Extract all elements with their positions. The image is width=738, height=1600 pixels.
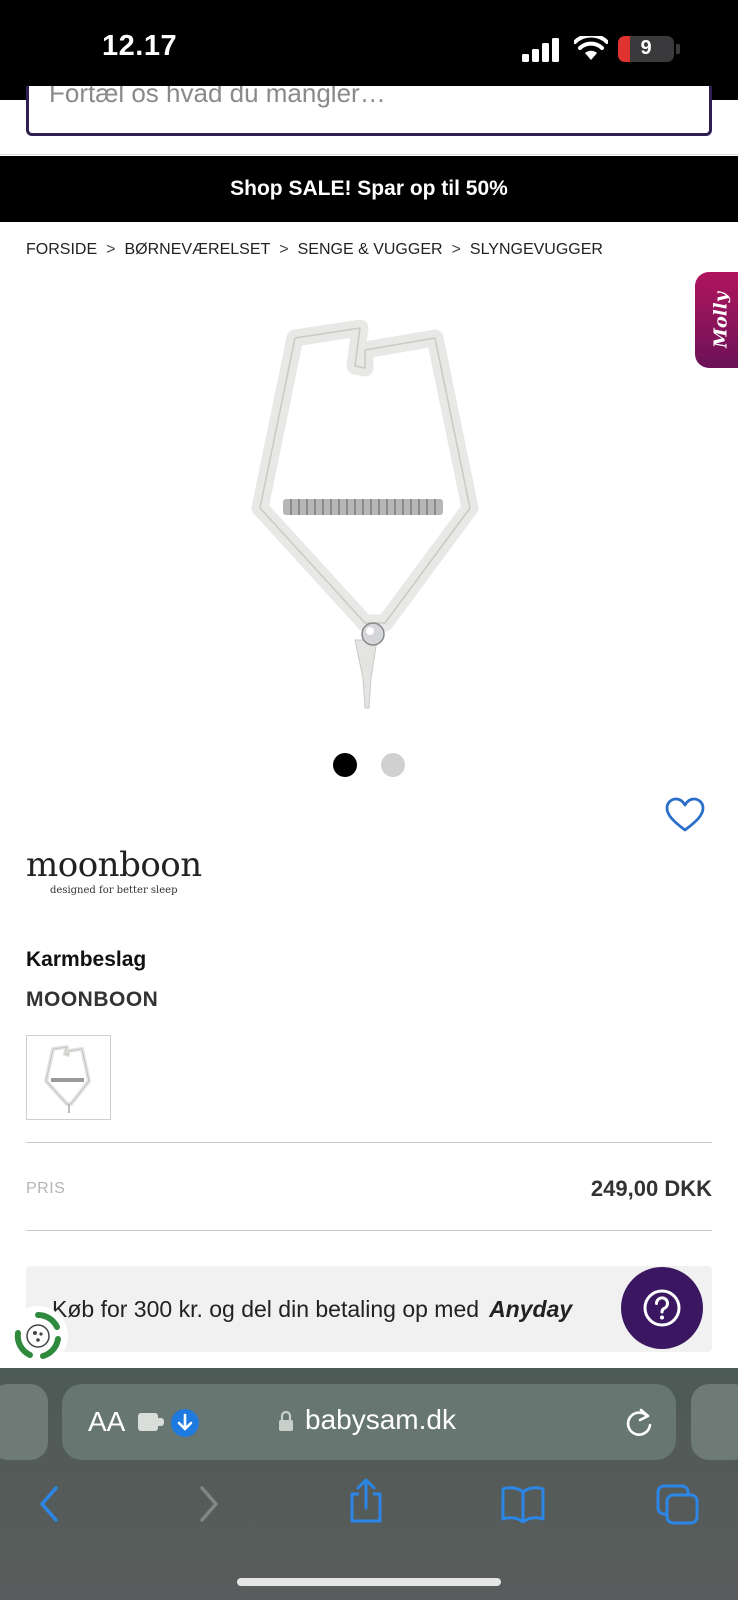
download-icon[interactable] <box>170 1408 200 1438</box>
brand-logo-tagline: designed for better sleep <box>50 885 178 896</box>
divider <box>26 1142 712 1143</box>
breadcrumb-item-forside[interactable]: FORSIDE <box>26 241 97 258</box>
signal-icon <box>522 38 559 62</box>
recycle-icon <box>14 1311 61 1359</box>
anyday-logo: Anyday <box>489 1296 573 1322</box>
product-image[interactable] <box>235 318 505 718</box>
lock-icon <box>279 1410 293 1431</box>
status-time: 12.17 <box>102 30 178 62</box>
reader-settings-button[interactable]: AA <box>88 1406 125 1438</box>
home-indicator[interactable] <box>237 1578 501 1586</box>
bookmarks-icon[interactable] <box>500 1484 546 1524</box>
search-input[interactable]: Fortæl os hvad du mangler… <box>26 86 712 136</box>
price-value: 249,00 DKK <box>590 1176 712 1201</box>
battery-icon: 9 <box>618 36 674 62</box>
wifi-icon <box>574 36 608 60</box>
product-thumbnail[interactable] <box>26 1035 111 1120</box>
promo-banner[interactable]: Shop SALE! Spar op til 50% <box>0 156 738 222</box>
breadcrumb-separator: > <box>106 241 116 258</box>
carousel-dots <box>0 753 738 779</box>
breadcrumb: FORSIDE > BØRNEVÆRELSET > SENGE & VUGGER > SLY… <box>26 241 603 259</box>
divider <box>26 1230 712 1231</box>
price-label: PRIS <box>26 1180 66 1197</box>
anyday-text: Køb for 300 kr. og del din betaling op m… <box>52 1296 572 1323</box>
back-icon[interactable] <box>34 1484 64 1524</box>
status-bar: 12.17 9 <box>0 0 738 100</box>
help-button[interactable] <box>621 1267 703 1349</box>
address-bar[interactable]: AA babysam.dk <box>62 1384 676 1460</box>
aa-label: AA <box>88 1406 126 1437</box>
carousel-dot-2[interactable] <box>381 753 405 777</box>
brand-logo[interactable]: moonboon designed for better sleep <box>26 845 206 905</box>
header-divider <box>0 154 738 155</box>
battery-nub <box>676 44 680 54</box>
url-text[interactable]: babysam.dk <box>305 1404 456 1436</box>
heart-icon[interactable] <box>665 797 705 833</box>
breadcrumb-item-boernevaerelset[interactable]: BØRNEVÆRELSET <box>124 241 270 258</box>
product-title: Karmbeslag <box>26 948 147 971</box>
reload-icon[interactable] <box>624 1406 654 1438</box>
breadcrumb-separator: > <box>451 241 461 258</box>
product-brand[interactable]: MOONBOON <box>26 988 158 1012</box>
anyday-banner[interactable]: Køb for 300 kr. og del din betaling op m… <box>26 1266 712 1352</box>
share-icon[interactable] <box>346 1478 386 1524</box>
breadcrumb-item-slyngevugger[interactable]: SLYNGEVUGGER <box>470 241 603 258</box>
brand-logo-name: moonboon <box>26 845 202 885</box>
search-placeholder: Fortæl os hvad du mangler… <box>49 86 386 108</box>
breadcrumb-separator: > <box>279 241 289 258</box>
next-tab-preview[interactable] <box>691 1384 738 1460</box>
breadcrumb-item-senge-vugger[interactable]: SENGE & VUGGER <box>298 241 443 258</box>
anyday-message: Køb for 300 kr. og del din betaling op m… <box>52 1296 480 1322</box>
question-mark-icon <box>643 1289 681 1327</box>
forward-icon[interactable] <box>194 1484 224 1524</box>
carousel-dot-1[interactable] <box>333 753 357 777</box>
molly-chat-tab[interactable]: Molly <box>695 272 738 368</box>
extension-icon[interactable] <box>136 1410 166 1434</box>
tabs-icon[interactable] <box>656 1484 700 1526</box>
molly-label: Molly <box>710 291 732 349</box>
recycle-badge[interactable] <box>8 1306 68 1366</box>
battery-level: 9 <box>640 37 652 59</box>
previous-tab-preview[interactable] <box>0 1384 48 1460</box>
